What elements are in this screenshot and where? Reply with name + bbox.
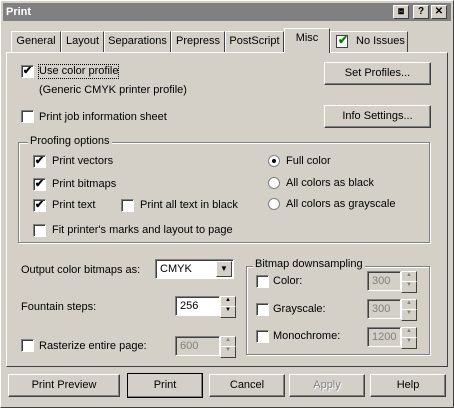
help-button[interactable]: Help [370, 374, 446, 397]
profile-name: (Generic CMYK printer profile) [39, 84, 187, 96]
rasterize-checkbox[interactable] [21, 339, 34, 352]
all-grayscale-label[interactable]: All colors as grayscale [286, 198, 395, 211]
tab-no-issues-label: No Issues [356, 35, 405, 47]
checkmark-page-icon: ✔ [336, 33, 349, 48]
downsample-monochrome-input: 1200 [367, 327, 401, 347]
tab-prepress[interactable]: Prepress [171, 31, 225, 52]
rasterize-dpi-spinner: ▲ ▼ [220, 336, 236, 358]
apply-button: Apply [289, 374, 365, 397]
use-color-profile-checkbox[interactable]: ✔ [21, 65, 34, 78]
downsample-grayscale-input: 300 [367, 299, 401, 319]
chevron-down-icon[interactable]: ▼ [216, 261, 232, 277]
close-button[interactable]: ✕ [431, 5, 447, 19]
output-color-bitmaps-value: CMYK [160, 263, 192, 275]
print-all-text-black-label[interactable]: Print all text in black [140, 199, 238, 212]
help-title-button[interactable]: ? [413, 5, 429, 19]
print-vectors-label[interactable]: Print vectors [52, 155, 113, 168]
downsample-color-spinner: ▲ ▼ [401, 271, 417, 293]
tab-separations[interactable]: Separations [104, 31, 171, 52]
print-bitmaps-label[interactable]: Print bitmaps [52, 178, 116, 191]
use-color-profile-label[interactable]: Use color profile [37, 64, 120, 79]
rasterize-label[interactable]: Rasterize entire page: [39, 340, 147, 353]
tab-no-issues[interactable]: ✔ No Issues [330, 31, 408, 52]
all-grayscale-radio[interactable] [268, 198, 280, 210]
tab-layout[interactable]: Layout [61, 31, 104, 52]
bitmap-downsampling-title: Bitmap downsampling [253, 258, 365, 271]
rollup-icon: ⧈ [397, 6, 405, 17]
all-black-radio[interactable] [268, 177, 280, 189]
all-black-label[interactable]: All colors as black [286, 177, 374, 190]
rasterize-dpi-input: 600 [175, 336, 220, 356]
tab-misc[interactable]: Misc [284, 28, 330, 53]
fountain-steps-spinner[interactable]: ▲ ▼ [220, 296, 236, 318]
output-color-bitmaps-label: Output color bitmaps as: [21, 264, 141, 276]
print-button[interactable]: Print [127, 373, 203, 398]
downsample-monochrome-label[interactable]: Monochrome: [273, 330, 340, 343]
window-title: Print [6, 6, 32, 18]
print-text-checkbox[interactable]: ✔ [33, 199, 46, 212]
close-icon: ✕ [434, 6, 444, 17]
print-vectors-checkbox[interactable]: ✔ [33, 155, 46, 168]
print-job-info-checkbox[interactable] [21, 110, 34, 123]
downsample-grayscale-spinner: ▲ ▼ [401, 299, 417, 321]
full-color-label[interactable]: Full color [286, 155, 331, 168]
rollup-button[interactable]: ⧈ [393, 5, 409, 19]
print-bitmaps-checkbox[interactable]: ✔ [33, 178, 46, 191]
tab-postscript[interactable]: PostScript [225, 31, 284, 52]
downsample-grayscale-label[interactable]: Grayscale: [273, 303, 326, 316]
downsample-monochrome-spinner: ▲ ▼ [401, 327, 417, 349]
spin-down-icon[interactable]: ▼ [220, 306, 236, 318]
title-bar: Print [3, 3, 451, 21]
spin-down-icon: ▼ [220, 346, 236, 358]
fit-marks-label[interactable]: Fit printer's marks and layout to page [52, 224, 233, 237]
set-profiles-button[interactable]: Set Profiles... [324, 62, 431, 85]
fit-marks-checkbox[interactable] [33, 224, 46, 237]
downsample-color-label[interactable]: Color: [273, 275, 302, 288]
check-icon: ✔ [22, 65, 33, 77]
fountain-steps-input[interactable]: 256 [175, 296, 220, 316]
downsample-color-input: 300 [367, 271, 401, 291]
output-color-bitmaps-select[interactable]: CMYK ▼ [155, 259, 234, 279]
help-icon: ? [417, 6, 425, 17]
downsample-monochrome-checkbox[interactable] [256, 330, 269, 343]
print-text-label[interactable]: Print text [52, 199, 95, 212]
cancel-button[interactable]: Cancel [209, 374, 285, 397]
print-job-info-label[interactable]: Print job information sheet [39, 111, 167, 124]
tab-general[interactable]: General [11, 31, 61, 52]
fountain-steps-label: Fountain steps: [21, 301, 97, 313]
print-preview-button[interactable]: Print Preview [8, 374, 120, 397]
print-all-text-black-checkbox[interactable] [121, 199, 134, 212]
proofing-options-title: Proofing options [28, 135, 112, 148]
full-color-radio[interactable] [268, 155, 280, 167]
info-settings-button[interactable]: Info Settings... [324, 105, 431, 128]
downsample-color-checkbox[interactable] [256, 275, 269, 288]
downsample-grayscale-checkbox[interactable] [256, 303, 269, 316]
